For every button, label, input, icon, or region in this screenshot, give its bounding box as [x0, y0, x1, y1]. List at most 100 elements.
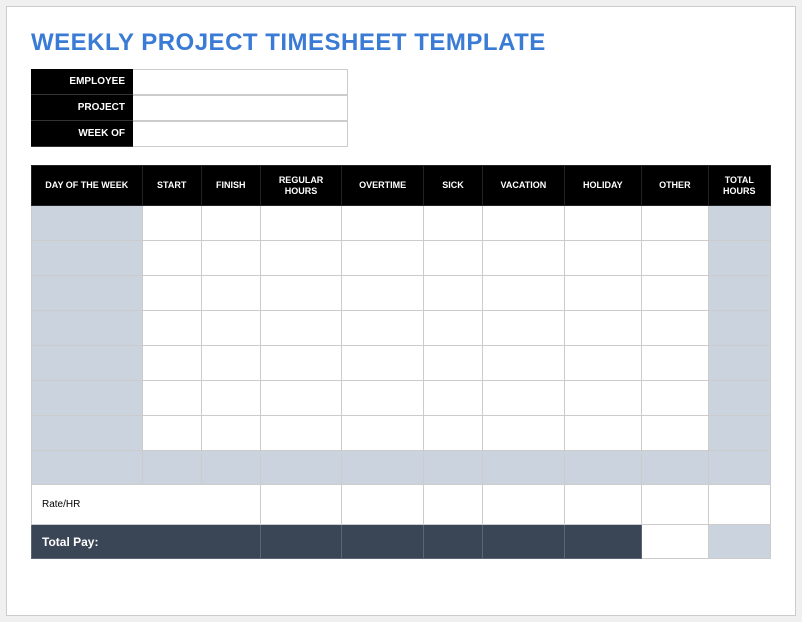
info-block: EMPLOYEE PROJECT WEEK OF [31, 69, 771, 147]
cell-sick[interactable] [424, 381, 483, 416]
cell-finish[interactable] [201, 276, 260, 311]
cell-day[interactable] [32, 381, 143, 416]
table-row [32, 416, 771, 451]
cell-start[interactable] [142, 206, 201, 241]
info-row-project: PROJECT [31, 95, 771, 121]
total-pay-label: Total Pay: [32, 525, 261, 559]
cell-start[interactable] [142, 346, 201, 381]
total-pay-overtime [342, 525, 424, 559]
total-pay-regular [260, 525, 342, 559]
table-row [32, 276, 771, 311]
cell-other[interactable] [642, 276, 709, 311]
col-start: START [142, 166, 201, 206]
cell-other[interactable] [642, 381, 709, 416]
table-row [32, 311, 771, 346]
cell-sick[interactable] [424, 416, 483, 451]
cell-total [708, 206, 770, 241]
cell-start[interactable] [142, 241, 201, 276]
project-label: PROJECT [31, 95, 133, 121]
cell-overtime[interactable] [342, 311, 424, 346]
subtotal-regular [260, 451, 342, 485]
cell-total [708, 381, 770, 416]
cell-day[interactable] [32, 346, 143, 381]
cell-vacation[interactable] [483, 416, 565, 451]
cell-holiday[interactable] [564, 206, 641, 241]
table-row [32, 381, 771, 416]
cell-day[interactable] [32, 416, 143, 451]
cell-start[interactable] [142, 276, 201, 311]
cell-overtime[interactable] [342, 346, 424, 381]
cell-finish[interactable] [201, 416, 260, 451]
cell-finish[interactable] [201, 241, 260, 276]
cell-day[interactable] [32, 241, 143, 276]
cell-vacation[interactable] [483, 241, 565, 276]
cell-regular[interactable] [260, 416, 342, 451]
cell-vacation[interactable] [483, 206, 565, 241]
cell-other[interactable] [642, 241, 709, 276]
cell-sick[interactable] [424, 346, 483, 381]
rate-holiday[interactable] [564, 485, 641, 525]
subtotal-start [142, 451, 201, 485]
cell-finish[interactable] [201, 206, 260, 241]
cell-start[interactable] [142, 381, 201, 416]
subtotal-sick [424, 451, 483, 485]
cell-overtime[interactable] [342, 276, 424, 311]
cell-regular[interactable] [260, 311, 342, 346]
cell-other[interactable] [642, 416, 709, 451]
cell-start[interactable] [142, 416, 201, 451]
cell-regular[interactable] [260, 241, 342, 276]
cell-sick[interactable] [424, 276, 483, 311]
cell-sick[interactable] [424, 311, 483, 346]
cell-regular[interactable] [260, 206, 342, 241]
rate-sick[interactable] [424, 485, 483, 525]
cell-regular[interactable] [260, 276, 342, 311]
subtotal-total [708, 451, 770, 485]
cell-sick[interactable] [424, 241, 483, 276]
cell-holiday[interactable] [564, 311, 641, 346]
cell-overtime[interactable] [342, 241, 424, 276]
cell-day[interactable] [32, 206, 143, 241]
total-pay-total [708, 525, 770, 559]
cell-day[interactable] [32, 276, 143, 311]
timesheet-page: WEEKLY PROJECT TIMESHEET TEMPLATE EMPLOY… [6, 6, 796, 616]
cell-total [708, 346, 770, 381]
rate-regular[interactable] [260, 485, 342, 525]
cell-other[interactable] [642, 206, 709, 241]
cell-holiday[interactable] [564, 416, 641, 451]
weekof-input[interactable] [133, 121, 348, 147]
project-input[interactable] [133, 95, 348, 121]
cell-other[interactable] [642, 311, 709, 346]
cell-sick[interactable] [424, 206, 483, 241]
cell-finish[interactable] [201, 311, 260, 346]
timesheet-table: DAY OF THE WEEK START FINISH REGULAR HOU… [31, 165, 771, 559]
rate-vacation[interactable] [483, 485, 565, 525]
employee-input[interactable] [133, 69, 348, 95]
cell-finish[interactable] [201, 381, 260, 416]
cell-overtime[interactable] [342, 381, 424, 416]
cell-overtime[interactable] [342, 416, 424, 451]
cell-regular[interactable] [260, 346, 342, 381]
cell-vacation[interactable] [483, 311, 565, 346]
cell-day[interactable] [32, 311, 143, 346]
cell-total [708, 416, 770, 451]
cell-holiday[interactable] [564, 241, 641, 276]
cell-finish[interactable] [201, 346, 260, 381]
cell-total [708, 241, 770, 276]
rate-other[interactable] [642, 485, 709, 525]
cell-holiday[interactable] [564, 276, 641, 311]
rate-overtime[interactable] [342, 485, 424, 525]
cell-vacation[interactable] [483, 276, 565, 311]
cell-start[interactable] [142, 311, 201, 346]
cell-vacation[interactable] [483, 381, 565, 416]
cell-other[interactable] [642, 346, 709, 381]
table-row [32, 241, 771, 276]
subtotal-holiday [564, 451, 641, 485]
cell-overtime[interactable] [342, 206, 424, 241]
col-day: DAY OF THE WEEK [32, 166, 143, 206]
cell-holiday[interactable] [564, 381, 641, 416]
cell-holiday[interactable] [564, 346, 641, 381]
cell-regular[interactable] [260, 381, 342, 416]
rate-label: Rate/HR [32, 485, 261, 525]
total-pay-vacation [483, 525, 565, 559]
cell-vacation[interactable] [483, 346, 565, 381]
